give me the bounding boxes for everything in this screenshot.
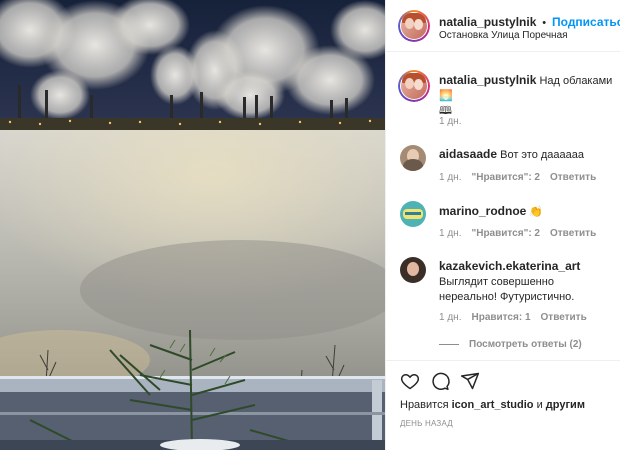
post-location[interactable]: Остановка Улица Поречная (439, 30, 568, 41)
comment-time[interactable]: 1 дн. (439, 228, 461, 239)
comments-list: natalia_pustylnik Над облаками🌅 🕮 1 дн. … (386, 53, 620, 360)
likes-user[interactable]: icon_art_studio (452, 399, 534, 411)
comment-2: marino_rodnoe 👏 (439, 204, 614, 220)
action-icons (400, 371, 480, 394)
replies-line (439, 344, 459, 345)
reply-button[interactable]: Ответить (541, 312, 587, 323)
comment-text: Выглядит совершенно нереально! Футуристи… (439, 276, 575, 303)
instagram-post: natalia_pustylnik • Подписаться Остановк… (0, 0, 620, 450)
caption-meta: 1 дн. (439, 116, 461, 127)
author-avatar[interactable] (398, 10, 430, 42)
comment-username[interactable]: marino_rodnoe (439, 204, 526, 218)
comment-time[interactable]: 1 дн. (439, 172, 461, 183)
view-replies[interactable]: Посмотреть ответы (2) (439, 339, 582, 350)
comment-text: Вот это даааааа (500, 149, 585, 161)
caption-username[interactable]: natalia_pustylnik (439, 73, 536, 87)
view-replies-label[interactable]: Посмотреть ответы (2) (469, 339, 582, 350)
caption-text: Над облаками (539, 75, 613, 87)
comment-icon[interactable] (430, 371, 450, 394)
comment-avatar[interactable] (400, 257, 426, 283)
comment-time[interactable]: 1 дн. (439, 312, 461, 323)
clap-emoji: 👏 (529, 206, 544, 218)
comment-1: aidasaade Вот это даааааа (439, 147, 614, 163)
likes-middle: и (536, 399, 543, 411)
post-header: natalia_pustylnik • Подписаться Остановк… (386, 0, 620, 52)
comment-2-meta: 1 дн. "Нравится": 2 Ответить (439, 228, 596, 239)
post-photo[interactable] (0, 0, 385, 450)
header-separator: • (542, 17, 547, 29)
likes-prefix: Нравится (400, 399, 449, 411)
comment-likes[interactable]: "Нравится": 2 (471, 228, 540, 239)
caption: natalia_pustylnik Над облаками🌅 🕮 (439, 73, 614, 119)
post-date[interactable]: ДЕНЬ НАЗАД (400, 419, 453, 428)
comment-1-meta: 1 дн. "Нравится": 2 Ответить (439, 172, 596, 183)
comment-username[interactable]: kazakevich.ekaterina_art (439, 259, 580, 273)
reply-button[interactable]: Ответить (550, 172, 596, 183)
comment-avatar[interactable] (400, 201, 426, 227)
sunrise-emoji: 🌅 (439, 90, 453, 102)
comment-likes[interactable]: "Нравится": 2 (471, 172, 540, 183)
caption-time[interactable]: 1 дн. (439, 116, 461, 127)
likes-others[interactable]: другим (546, 399, 585, 411)
post-actions-area: Нравится icon_art_studio и другим ДЕНЬ Н… (386, 360, 620, 450)
follow-button[interactable]: Подписаться (552, 15, 620, 29)
photo-scene (0, 0, 385, 450)
post-sidebar: natalia_pustylnik • Подписаться Остановк… (385, 0, 620, 450)
reply-button[interactable]: Ответить (550, 228, 596, 239)
heart-icon[interactable] (400, 371, 420, 394)
comment-username[interactable]: aidasaade (439, 147, 497, 161)
comment-avatar[interactable] (400, 145, 426, 171)
author-username[interactable]: natalia_pustylnik (439, 15, 536, 29)
share-icon[interactable] (460, 371, 480, 394)
comment-likes[interactable]: Нравится: 1 (471, 312, 530, 323)
caption-avatar[interactable] (398, 70, 430, 102)
comment-3: kazakevich.ekaterina_art Выглядит соверш… (439, 259, 614, 305)
comment-3-meta: 1 дн. Нравится: 1 Ответить (439, 312, 587, 323)
likes-summary: Нравится icon_art_studio и другим (400, 399, 585, 411)
